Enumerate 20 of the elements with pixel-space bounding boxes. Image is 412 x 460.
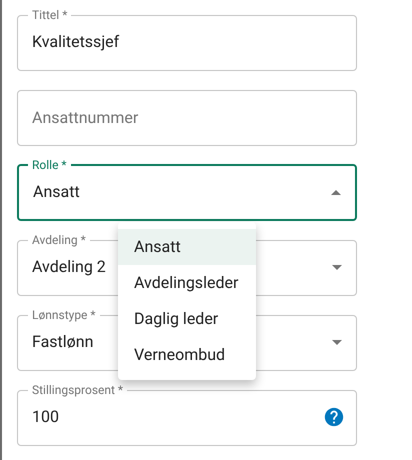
field-label: Avdeling * <box>31 234 87 246</box>
field-value[interactable]: Kvalitetssjef <box>32 30 346 54</box>
field-value[interactable]: 100 <box>32 405 323 429</box>
field-label: Stillingsprosent * <box>31 384 124 396</box>
input-field[interactable]: Ansattnummer <box>32 106 346 130</box>
select-value: Ansatt <box>33 181 80 203</box>
menu-item[interactable]: Ansatt <box>118 229 256 265</box>
menu-item[interactable]: Avdelingsleder <box>118 265 256 301</box>
text-field[interactable]: Tittel * Kvalitetssjef <box>17 9 357 71</box>
menu-item[interactable]: Verneombud <box>118 337 256 373</box>
select-field[interactable]: Rolle * Ansatt <box>17 159 357 221</box>
select-value: Fastlønn <box>32 331 94 353</box>
text-field[interactable]: Stillingsprosent * 100 <box>17 384 357 446</box>
help-icon[interactable] <box>323 406 345 428</box>
text-field[interactable]: Ansattnummer <box>17 90 357 146</box>
field-label: Lønnstype * <box>31 309 97 321</box>
field-label: Rolle * <box>31 159 68 171</box>
menu-item[interactable]: Daglig leder <box>118 301 256 337</box>
select-value: Avdeling 2 <box>32 256 106 278</box>
field-label: Tittel * <box>31 9 68 21</box>
